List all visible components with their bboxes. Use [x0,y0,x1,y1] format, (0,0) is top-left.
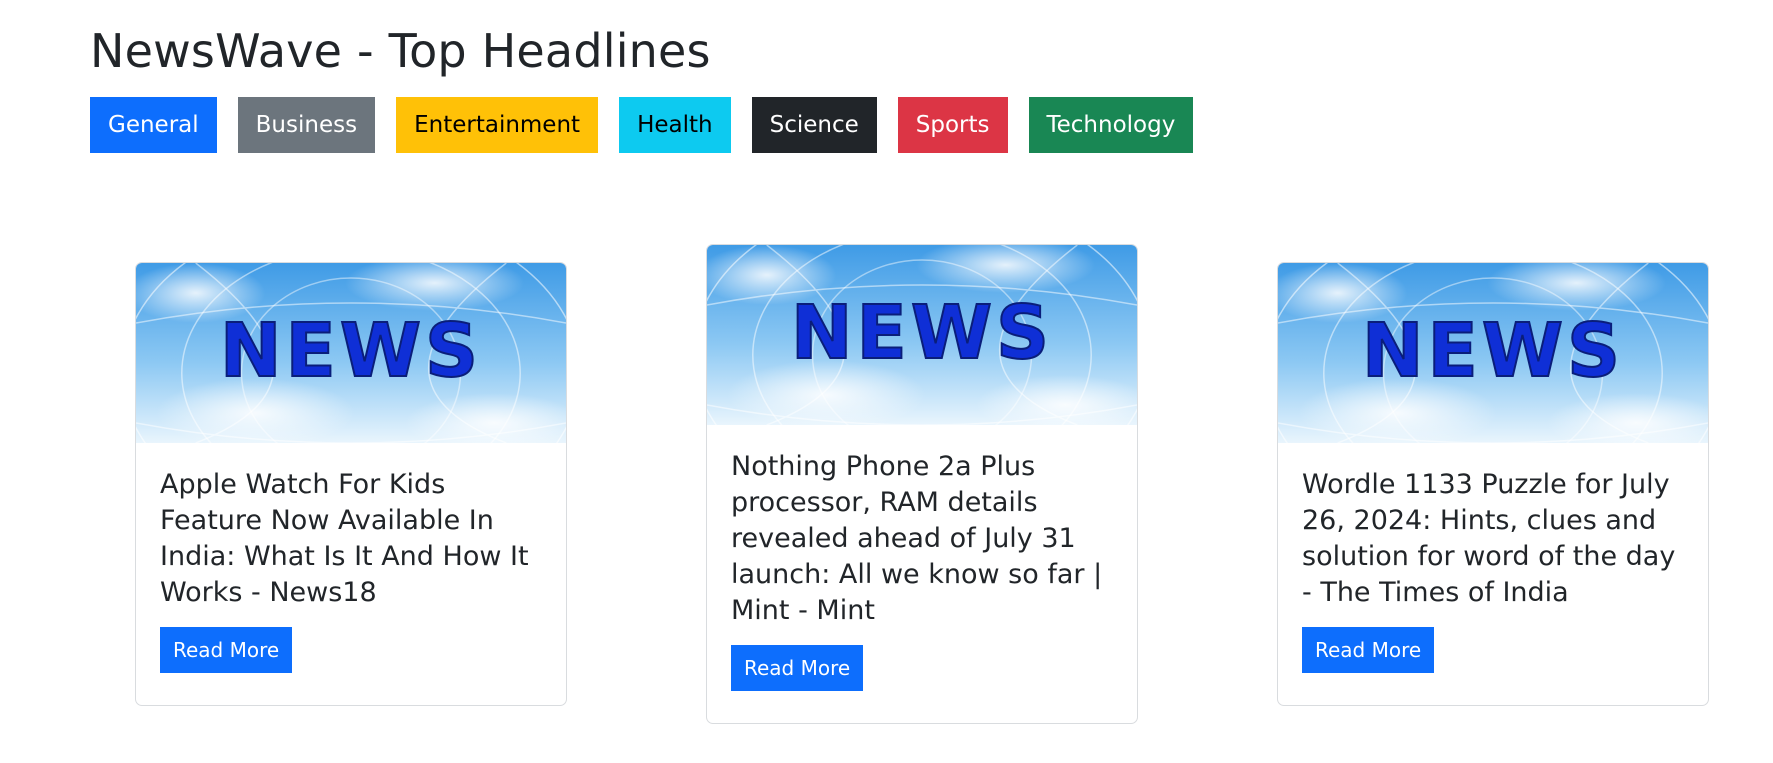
card-body: Nothing Phone 2a Plus processor, RAM det… [707,425,1137,715]
category-button-technology[interactable]: Technology [1028,97,1194,153]
article-title: Wordle 1133 Puzzle for July 26, 2024: Hi… [1302,469,1676,608]
read-more-button[interactable]: Read More [731,645,864,691]
category-button-general[interactable]: General [90,97,217,153]
read-more-button[interactable]: Read More [160,627,293,673]
news-thumbnail-image: NEWS [136,263,566,443]
page: NewsWave - Top Headlines General Busines… [0,0,1773,763]
news-logo-text: NEWS [220,308,482,394]
article-title: Apple Watch For Kids Feature Now Availab… [160,469,529,608]
article-title: Nothing Phone 2a Plus processor, RAM det… [731,451,1103,626]
news-card: NEWS Nothing Phone 2a Plus processor, RA… [706,244,1138,724]
news-logo-text: NEWS [791,290,1053,376]
category-button-science[interactable]: Science [751,97,877,153]
category-button-business[interactable]: Business [237,97,376,153]
news-logo-text: NEWS [1362,308,1624,394]
card-body: Apple Watch For Kids Feature Now Availab… [136,443,566,697]
page-title: NewsWave - Top Headlines [90,24,711,78]
category-bar: General Business Entertainment Health Sc… [90,97,1194,153]
category-button-health[interactable]: Health [619,97,731,153]
news-thumbnail-image: NEWS [707,245,1137,425]
news-card: NEWS Apple Watch For Kids Feature Now Av… [135,262,567,706]
category-button-sports[interactable]: Sports [897,97,1008,153]
news-thumbnail-image: NEWS [1278,263,1708,443]
news-card: NEWS Wordle 1133 Puzzle for July 26, 202… [1277,262,1709,706]
read-more-button[interactable]: Read More [1302,627,1435,673]
category-button-entertainment[interactable]: Entertainment [396,97,599,153]
card-body: Wordle 1133 Puzzle for July 26, 2024: Hi… [1278,443,1708,697]
